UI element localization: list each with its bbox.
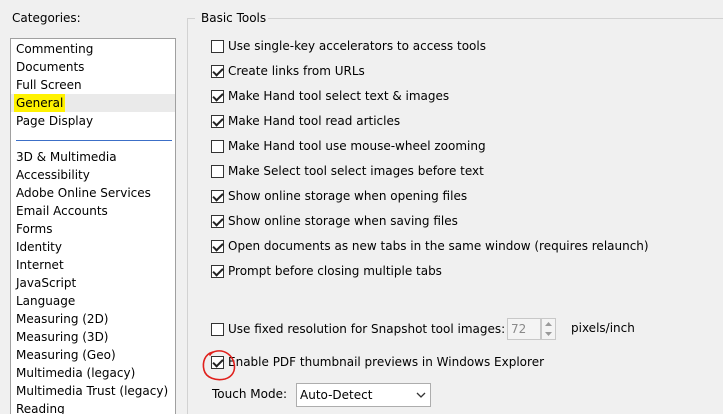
checkbox-online-storage-opening[interactable] [211, 189, 224, 203]
chevron-down-icon [416, 392, 426, 398]
categories-list[interactable]: Commenting Documents Full Screen General… [10, 38, 176, 414]
category-item-multimedia-trust-legacy[interactable]: Multimedia Trust (legacy) [16, 382, 168, 400]
category-item-javascript[interactable]: JavaScript [16, 274, 76, 292]
basic-tools-title: Basic Tools [199, 11, 269, 25]
category-item-email-accounts[interactable]: Email Accounts [16, 202, 108, 220]
category-item-measuring-2d[interactable]: Measuring (2D) [16, 310, 109, 328]
option-label: Make Hand tool read articles [228, 114, 401, 128]
option-snapshot-fixed-resolution[interactable]: Use fixed resolution for Snapshot tool i… [211, 321, 505, 337]
option-label: Make Hand tool select text & images [228, 89, 450, 103]
spinner-down-icon[interactable] [542, 329, 555, 339]
checkbox-prompt-closing-tabs[interactable] [211, 264, 224, 278]
category-item-measuring-3d[interactable]: Measuring (3D) [16, 328, 109, 346]
option-label: Make Hand tool use mouse-wheel zooming [228, 139, 486, 153]
option-prompt-closing-tabs[interactable]: Prompt before closing multiple tabs [211, 263, 442, 279]
category-item-full-screen[interactable]: Full Screen [16, 76, 82, 94]
option-label: Open documents as new tabs in the same w… [228, 239, 649, 253]
touch-mode-select[interactable]: Auto-Detect [296, 383, 431, 407]
option-label: Enable PDF thumbnail previews in Windows… [228, 355, 545, 369]
checkbox-open-as-tabs[interactable] [211, 239, 224, 253]
checkbox-create-links[interactable] [211, 64, 224, 78]
checkbox-single-key-accelerators[interactable] [211, 39, 224, 53]
category-item-general[interactable]: General [14, 94, 66, 112]
categories-label: Categories: [12, 11, 81, 25]
category-item-forms[interactable]: Forms [16, 220, 52, 238]
category-item-adobe-online-services[interactable]: Adobe Online Services [16, 184, 151, 202]
category-item-documents[interactable]: Documents [16, 58, 84, 76]
option-label: Show online storage when opening files [228, 189, 468, 203]
category-item-language[interactable]: Language [16, 292, 75, 310]
option-select-images-first[interactable]: Make Select tool select images before te… [211, 163, 484, 179]
option-label: Use fixed resolution for Snapshot tool i… [228, 322, 506, 336]
option-hand-mouse-wheel-zoom[interactable]: Make Hand tool use mouse-wheel zooming [211, 138, 486, 154]
snapshot-resolution-spinner[interactable] [541, 318, 556, 340]
checkbox-online-storage-saving[interactable] [211, 214, 224, 228]
snapshot-resolution-input[interactable]: 72 [507, 318, 541, 340]
checkbox-hand-select-text[interactable] [211, 89, 224, 103]
category-item-measuring-geo[interactable]: Measuring (Geo) [16, 346, 116, 364]
option-label: Prompt before closing multiple tabs [228, 264, 442, 278]
checkbox-select-images-first[interactable] [211, 164, 224, 178]
group-border-top [187, 18, 195, 19]
checkbox-hand-mouse-wheel-zoom[interactable] [211, 139, 224, 153]
option-label: Create links from URLs [228, 64, 365, 78]
category-item-page-display[interactable]: Page Display [16, 112, 93, 130]
option-online-storage-opening[interactable]: Show online storage when opening files [211, 188, 467, 204]
touch-mode-label: Touch Mode: [212, 387, 287, 401]
group-border-left [187, 18, 188, 414]
category-item-accessibility[interactable]: Accessibility [16, 166, 90, 184]
option-online-storage-saving[interactable]: Show online storage when saving files [211, 213, 458, 229]
option-hand-select-text[interactable]: Make Hand tool select text & images [211, 88, 449, 104]
option-single-key-accelerators[interactable]: Use single-key accelerators to access to… [211, 38, 486, 54]
option-pdf-thumbnail-previews[interactable]: Enable PDF thumbnail previews in Windows… [211, 354, 544, 370]
checkbox-snapshot-fixed-resolution[interactable] [211, 322, 224, 336]
touch-mode-value: Auto-Detect [300, 388, 373, 402]
option-label: Use single-key accelerators to access to… [228, 39, 486, 53]
group-border-top [262, 18, 723, 19]
option-open-as-tabs[interactable]: Open documents as new tabs in the same w… [211, 238, 649, 254]
snapshot-unit-label: pixels/inch [571, 321, 635, 335]
option-label: Make Select tool select images before te… [228, 164, 484, 178]
option-hand-read-articles[interactable]: Make Hand tool read articles [211, 113, 400, 129]
category-item-internet[interactable]: Internet [16, 256, 64, 274]
category-item-identity[interactable]: Identity [16, 238, 62, 256]
checkbox-pdf-thumbnail-previews[interactable] [211, 355, 224, 369]
checkbox-hand-read-articles[interactable] [211, 114, 224, 128]
option-create-links[interactable]: Create links from URLs [211, 63, 365, 79]
category-item-3d-multimedia[interactable]: 3D & Multimedia [16, 148, 117, 166]
spinner-up-icon[interactable] [542, 319, 555, 329]
category-item-reading[interactable]: Reading [16, 400, 65, 414]
category-item-multimedia-legacy[interactable]: Multimedia (legacy) [16, 364, 135, 382]
category-separator [16, 140, 172, 141]
category-item-commenting[interactable]: Commenting [16, 40, 93, 58]
option-label: Show online storage when saving files [228, 214, 458, 228]
